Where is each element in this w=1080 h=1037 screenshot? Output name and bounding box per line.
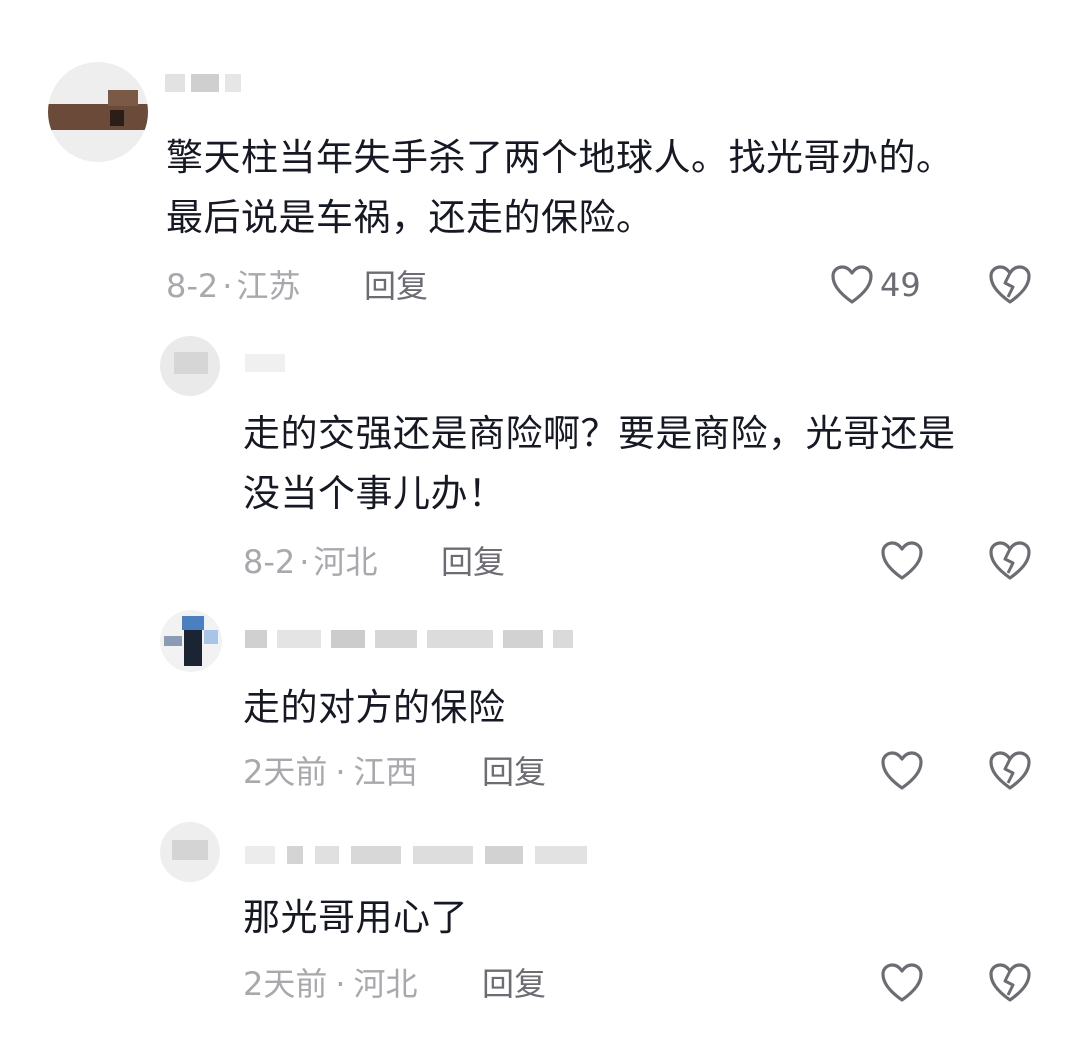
heart-outline-icon xyxy=(880,962,924,1004)
comment-text: 走的对方的保险 xyxy=(243,686,506,729)
reply-button[interactable]: 回复 xyxy=(441,542,505,582)
username-blurred[interactable] xyxy=(245,352,285,374)
comment-date: 8-2 xyxy=(166,267,219,305)
avatar[interactable] xyxy=(160,336,220,396)
dislike-button[interactable] xyxy=(988,540,1032,582)
like-button[interactable] xyxy=(880,540,924,582)
dislike-button[interactable] xyxy=(988,750,1032,792)
like-button[interactable] xyxy=(880,750,924,792)
dislike-button[interactable] xyxy=(988,264,1032,306)
username-blurred[interactable] xyxy=(245,844,587,866)
comment-location: 河北 xyxy=(313,543,378,581)
avatar[interactable] xyxy=(160,610,222,672)
comment-meta: 2天前 · 河北 xyxy=(243,964,418,1004)
username-blurred[interactable] xyxy=(245,628,573,650)
comment-date: 2天前 xyxy=(243,965,328,1003)
broken-heart-icon xyxy=(988,962,1032,1004)
dislike-button[interactable] xyxy=(988,962,1032,1004)
meta-separator: · xyxy=(299,543,310,581)
broken-heart-icon xyxy=(988,264,1032,306)
heart-outline-icon xyxy=(880,750,924,792)
comment-meta: 8-2 · 河北 xyxy=(243,542,377,582)
reply-button[interactable]: 回复 xyxy=(482,752,546,792)
comment-date: 8-2 xyxy=(243,543,296,581)
reply-button[interactable]: 回复 xyxy=(364,266,428,306)
comment-location: 河北 xyxy=(353,965,418,1003)
username-blurred[interactable] xyxy=(165,72,241,94)
comment-location: 江苏 xyxy=(236,267,301,305)
avatar[interactable] xyxy=(160,822,220,882)
avatar[interactable] xyxy=(48,62,148,162)
like-button[interactable] xyxy=(880,962,924,1004)
comment-meta: 8-2 · 江苏 xyxy=(166,266,300,306)
comment-location: 江西 xyxy=(353,753,418,791)
heart-outline-icon xyxy=(880,540,924,582)
broken-heart-icon xyxy=(988,540,1032,582)
heart-outline-icon xyxy=(830,264,874,306)
like-button[interactable]: 49 xyxy=(830,264,921,306)
meta-separator: · xyxy=(222,267,233,305)
reply-button[interactable]: 回复 xyxy=(482,964,546,1004)
meta-separator: · xyxy=(335,965,346,1003)
comment-text: 走的交强还是商险啊？要是商险，光哥还是 没当个事儿办！ xyxy=(243,412,956,515)
comment-date: 2天前 xyxy=(243,753,328,791)
like-count: 49 xyxy=(880,266,921,304)
meta-separator: · xyxy=(335,753,346,791)
comment-meta: 2天前 · 江西 xyxy=(243,752,418,792)
comment-text: 擎天柱当年失手杀了两个地球人。找光哥办的。 最后说是车祸，还走的保险。 xyxy=(166,136,954,239)
comment-text: 那光哥用心了 xyxy=(243,896,468,939)
broken-heart-icon xyxy=(988,750,1032,792)
